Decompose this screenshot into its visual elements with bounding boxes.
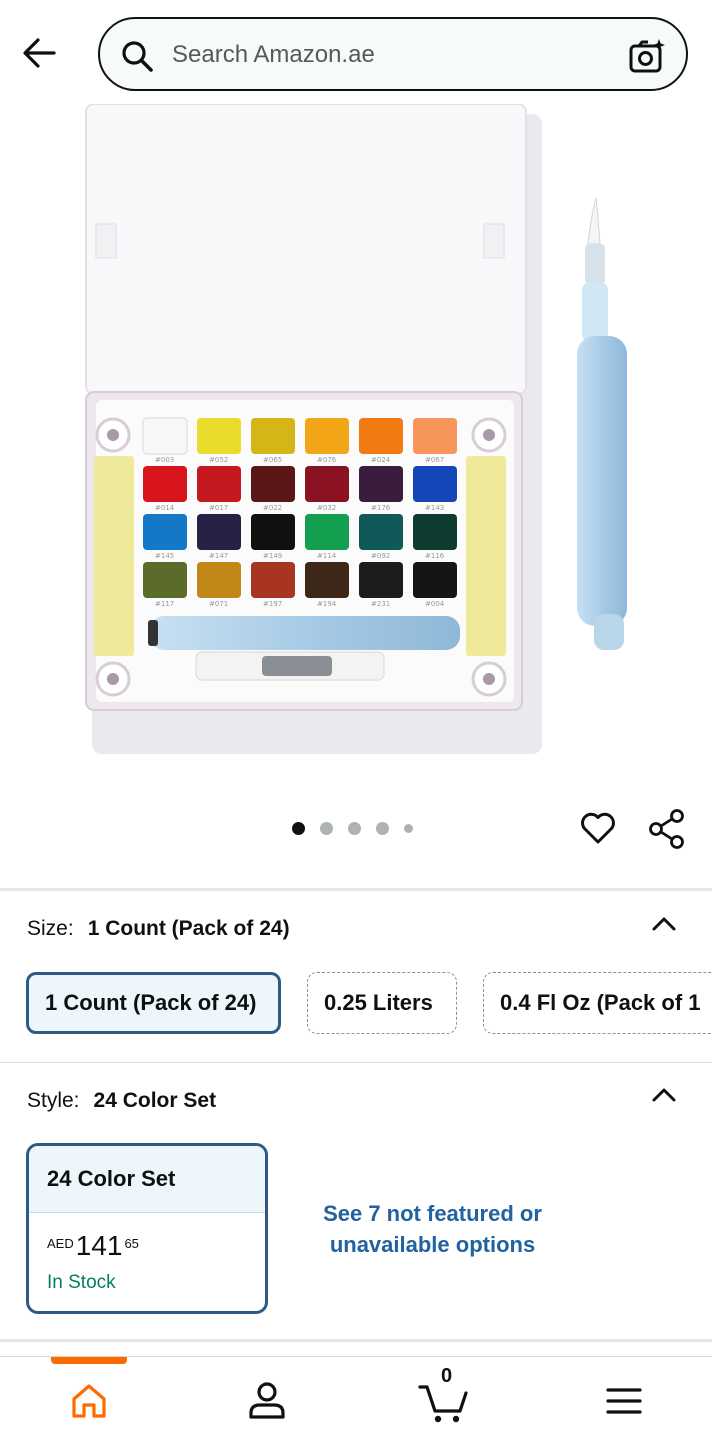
see-more-line-2: unavailable options	[329, 1232, 536, 1257]
svg-text:#004: #004	[425, 600, 445, 608]
size-label: Size:	[27, 917, 74, 940]
section-divider	[0, 888, 712, 891]
svg-text:#052: #052	[209, 456, 228, 464]
svg-text:#117: #117	[155, 600, 174, 608]
svg-text:#116: #116	[425, 552, 445, 560]
style-option-24-color-set[interactable]: 24 Color Set AED 141 65 In Stock	[26, 1143, 268, 1314]
add-to-wishlist-button[interactable]	[578, 808, 618, 848]
search-icon	[122, 41, 153, 72]
svg-text:#065: #065	[263, 456, 282, 464]
svg-text:#092: #092	[371, 552, 390, 560]
style-selected-value: 24 Color Set	[93, 1089, 217, 1112]
svg-text:#067: #067	[425, 456, 444, 464]
top-bar: Search Amazon.ae	[0, 0, 712, 104]
nav-menu-button[interactable]	[600, 1377, 648, 1425]
svg-text:#176: #176	[371, 504, 391, 512]
see-more-line-1: See 7 not featured or	[323, 1201, 542, 1226]
carousel-dot[interactable]	[376, 821, 389, 835]
search-bar[interactable]: Search Amazon.ae	[98, 17, 688, 91]
menu-icon	[606, 1388, 642, 1414]
home-icon	[72, 1384, 106, 1418]
size-option-0-25-liters[interactable]: 0.25 Liters	[307, 972, 457, 1034]
stock-status: In Stock	[47, 1272, 116, 1293]
active-tab-indicator	[51, 1357, 127, 1364]
chevron-up-icon[interactable]	[650, 915, 678, 933]
svg-text:#143: #143	[425, 504, 444, 512]
nav-account-button[interactable]	[243, 1377, 291, 1425]
size-option-1-count[interactable]: 1 Count (Pack of 24)	[26, 972, 281, 1034]
size-selected-value: 1 Count (Pack of 24)	[87, 917, 290, 940]
camera-sparkle-icon[interactable]	[628, 37, 666, 75]
cart-count-badge: 0	[441, 1365, 453, 1387]
nav-home-button[interactable]	[65, 1377, 113, 1425]
carousel-dot[interactable]	[404, 823, 413, 833]
arrow-left-icon	[23, 38, 56, 68]
price-currency: AED	[47, 1236, 74, 1251]
bottom-navigation: 0	[0, 1356, 712, 1441]
style-label: Style:	[27, 1089, 80, 1112]
price-whole: 141	[75, 1230, 123, 1261]
see-more-options-link[interactable]: See 7 not featured or unavailable option…	[290, 1198, 575, 1260]
svg-text:#194: #194	[317, 600, 337, 608]
size-option-0-4-fl-oz[interactable]: 0.4 Fl Oz (Pack of 1	[483, 972, 712, 1034]
svg-text:#024: #024	[371, 456, 391, 464]
svg-text:#145: #145	[155, 552, 174, 560]
style-option-title: 24 Color Set	[29, 1146, 265, 1213]
svg-text:#017: #017	[209, 504, 228, 512]
svg-text:#032: #032	[317, 504, 336, 512]
price: AED 141 65	[47, 1230, 139, 1262]
carousel-dot[interactable]	[348, 821, 361, 835]
style-label-row: Style: 24 Color Set	[27, 1089, 216, 1113]
carousel-dot[interactable]	[292, 821, 305, 835]
size-label-row: Size: 1 Count (Pack of 24)	[27, 917, 290, 941]
section-divider	[0, 1339, 712, 1342]
account-icon	[249, 1382, 285, 1419]
share-icon	[649, 809, 684, 849]
heart-icon	[581, 812, 615, 844]
svg-text:#147: #147	[209, 552, 228, 560]
section-divider	[0, 1062, 712, 1063]
svg-text:#014: #014	[155, 504, 175, 512]
back-button[interactable]	[18, 32, 62, 76]
svg-text:#114: #114	[317, 552, 337, 560]
svg-text:#076: #076	[317, 456, 337, 464]
svg-text:#003: #003	[155, 456, 174, 464]
svg-text:#149: #149	[263, 552, 282, 560]
svg-text:#071: #071	[209, 600, 228, 608]
image-carousel-dots[interactable]	[292, 821, 413, 835]
carousel-dot[interactable]	[320, 821, 333, 835]
svg-text:#231: #231	[371, 600, 390, 608]
chevron-up-icon[interactable]	[650, 1086, 678, 1104]
search-input[interactable]: Search Amazon.ae	[172, 41, 375, 69]
size-option-label: 1 Count (Pack of 24)	[45, 990, 257, 1015]
size-option-label: 0.4 Fl Oz (Pack of 1	[500, 990, 701, 1015]
svg-text:#022: #022	[263, 504, 282, 512]
svg-text:#197: #197	[263, 600, 282, 608]
price-fraction: 65	[124, 1236, 139, 1251]
size-option-label: 0.25 Liters	[324, 990, 433, 1015]
share-button[interactable]	[648, 808, 686, 850]
product-image[interactable]: #003 #052 #065 #076 #024 #067 #014 #017 #022 #03…	[0, 103, 712, 794]
